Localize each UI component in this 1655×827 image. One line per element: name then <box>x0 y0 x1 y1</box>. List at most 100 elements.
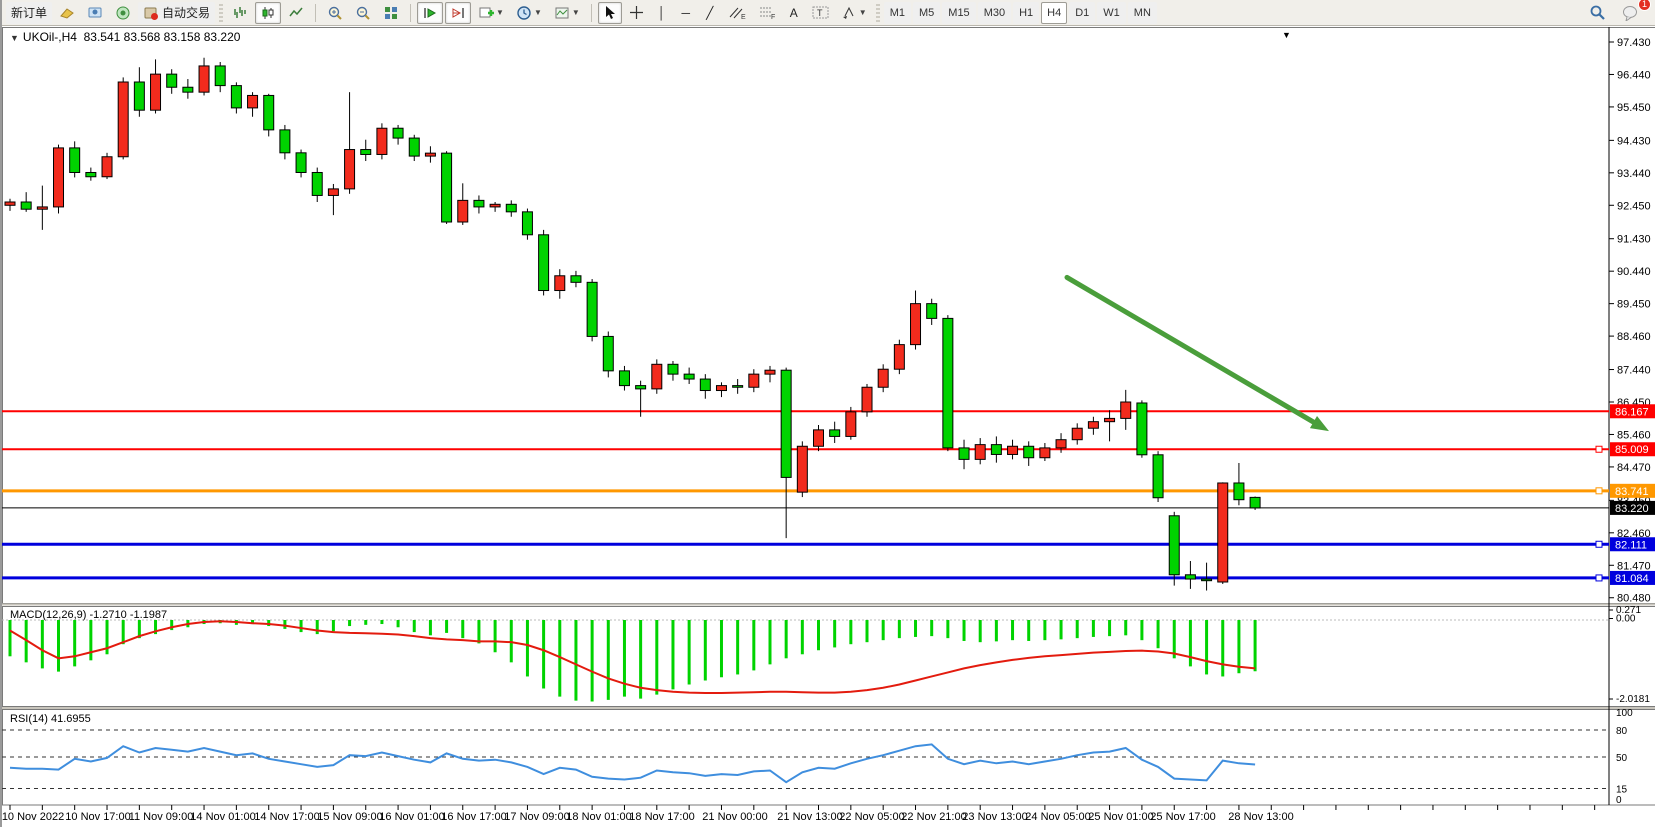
svg-text:81.084: 81.084 <box>1615 573 1649 585</box>
tab-timeframe-mn[interactable]: MN <box>1128 2 1157 24</box>
tab-timeframe-m1[interactable]: M1 <box>884 2 911 24</box>
svg-text:-2.0181: -2.0181 <box>1616 694 1650 705</box>
tab-timeframe-m15[interactable]: M15 <box>942 2 975 24</box>
svg-text:97.430: 97.430 <box>1617 37 1651 49</box>
time-axis-label: 15 Nov 09:00 <box>317 811 382 823</box>
auto-trading-button[interactable]: 自动交易 <box>138 2 215 24</box>
svg-text:90.440: 90.440 <box>1617 266 1651 278</box>
tab-timeframe-d1[interactable]: D1 <box>1069 2 1095 24</box>
svg-text:87.440: 87.440 <box>1617 365 1651 377</box>
svg-text:T: T <box>817 8 823 18</box>
svg-text:85.009: 85.009 <box>1615 444 1649 456</box>
search-icon[interactable] <box>1584 2 1611 24</box>
trendline-icon[interactable]: ╱ <box>699 2 721 24</box>
svg-text:84.470: 84.470 <box>1617 462 1651 474</box>
notification-badge: 1 <box>1638 0 1651 11</box>
mt4-window: 新订单 自动交易 ▼ <box>0 0 1655 827</box>
zoom-out-icon[interactable] <box>350 2 376 24</box>
price-line-badge: 83.220 <box>1610 501 1655 515</box>
cursor-icon[interactable] <box>598 2 622 24</box>
svg-text:0.00: 0.00 <box>1616 614 1636 625</box>
signals-icon[interactable] <box>110 2 136 24</box>
price-line-badge: 86.167 <box>1610 404 1655 418</box>
svg-text:92.450: 92.450 <box>1617 200 1651 212</box>
ohlc-readout: 83.541 83.568 83.158 83.220 <box>84 30 241 44</box>
market-watch-icon[interactable] <box>82 2 108 24</box>
price-line-badge: 82.111 <box>1610 537 1655 551</box>
svg-text:50: 50 <box>1616 753 1628 764</box>
time-axis-label: 22 Nov 21:00 <box>901 811 966 823</box>
time-axis-label: 10 Nov 17:00 <box>65 811 130 823</box>
macd-indicator-label: MACD(12,26,9) -1.2710 -1.1987 <box>10 609 167 621</box>
rsi-indicator-label: RSI(14) 41.6955 <box>10 713 91 725</box>
shift-marker: ▼ <box>1282 30 1291 40</box>
chat-icon[interactable]: 1 <box>1617 2 1645 24</box>
time-axis-label: 21 Nov 13:00 <box>777 811 842 823</box>
time-axis[interactable]: 10 Nov 202210 Nov 17:0011 Nov 09:0014 No… <box>2 805 1595 823</box>
time-axis-label: 24 Nov 05:00 <box>1025 811 1090 823</box>
price-line-badge: 85.009 <box>1610 442 1655 456</box>
equidistant-channel-icon[interactable]: E <box>723 2 751 24</box>
time-axis-label: 28 Nov 13:00 <box>1228 811 1293 823</box>
text-label-icon[interactable]: T <box>807 2 834 24</box>
chart-shift-icon[interactable] <box>445 2 471 24</box>
svg-text:94.430: 94.430 <box>1617 135 1651 147</box>
svg-text:96.440: 96.440 <box>1617 69 1651 81</box>
time-axis-label: 25 Nov 17:00 <box>1150 811 1215 823</box>
svg-text:80.480: 80.480 <box>1617 593 1651 605</box>
time-axis-label: 23 Nov 13:00 <box>962 811 1027 823</box>
auto-scroll-icon[interactable] <box>417 2 443 24</box>
trade-history-icon[interactable] <box>54 2 80 24</box>
price-line-badge: 83.741 <box>1610 484 1655 498</box>
svg-text:80: 80 <box>1616 726 1628 737</box>
crosshair-icon[interactable] <box>624 2 649 24</box>
symbol-period: UKOil-,H4 <box>23 30 77 44</box>
new-chart-icon <box>478 5 494 21</box>
template-icon <box>554 5 570 21</box>
zoom-in-icon[interactable] <box>322 2 348 24</box>
svg-text:88.460: 88.460 <box>1617 331 1651 343</box>
time-axis-label: 21 Nov 00:00 <box>702 811 767 823</box>
time-axis-label: 16 Nov 01:00 <box>379 811 444 823</box>
svg-text:91.430: 91.430 <box>1617 234 1651 246</box>
new-order-button[interactable]: 新订单 <box>6 2 52 24</box>
tab-timeframe-w1[interactable]: W1 <box>1097 2 1126 24</box>
time-axis-label: 16 Nov 17:00 <box>441 811 506 823</box>
tab-timeframe-h4[interactable]: H4 <box>1041 2 1067 24</box>
collapse-arrow-icon[interactable]: ▼ <box>10 33 19 43</box>
svg-text:83.741: 83.741 <box>1615 486 1649 498</box>
time-axis-label: 18 Nov 01:00 <box>566 811 631 823</box>
svg-text:15: 15 <box>1616 785 1628 796</box>
toolbar-grip <box>219 4 223 22</box>
time-axis-label: 10 Nov 2022 <box>2 811 64 823</box>
period-clock-button[interactable]: ▼ <box>511 2 547 24</box>
fibonacci-icon[interactable]: F <box>753 2 781 24</box>
arrows-icon[interactable]: ▼ <box>836 2 872 24</box>
time-axis-label: 11 Nov 09:00 <box>129 811 194 823</box>
svg-text:93.440: 93.440 <box>1617 168 1651 180</box>
svg-text:100: 100 <box>1616 708 1633 719</box>
time-axis-label: 18 Nov 17:00 <box>629 811 694 823</box>
toolbar: 新订单 自动交易 ▼ <box>2 0 1655 26</box>
price-line-badge: 81.084 <box>1610 571 1655 585</box>
bar-chart-icon[interactable] <box>227 2 253 24</box>
tab-timeframe-h1[interactable]: H1 <box>1013 2 1039 24</box>
svg-text:95.450: 95.450 <box>1617 102 1651 114</box>
template-button[interactable]: ▼ <box>549 2 585 24</box>
tab-timeframe-m30[interactable]: M30 <box>978 2 1011 24</box>
vertical-line-icon[interactable]: │ <box>651 2 673 24</box>
chart-title: ▼ UKOil-,H4 83.541 83.568 83.158 83.220 <box>10 30 240 44</box>
horizontal-line-icon[interactable]: ─ <box>675 2 697 24</box>
auto-trading-icon <box>143 5 159 21</box>
line-chart-icon[interactable] <box>283 2 309 24</box>
new-chart-button[interactable]: ▼ <box>473 2 509 24</box>
tab-timeframe-m5[interactable]: M5 <box>913 2 940 24</box>
svg-text:89.450: 89.450 <box>1617 299 1651 311</box>
svg-text:86.167: 86.167 <box>1615 406 1649 418</box>
svg-text:81.470: 81.470 <box>1617 560 1651 572</box>
candlestick-chart-icon[interactable] <box>255 2 281 24</box>
price-chart-canvas[interactable]: 97.430 96.440 95.450 94.430 93.440 92.450 91.4… <box>2 26 1655 827</box>
text-icon[interactable]: A <box>783 2 805 24</box>
tile-windows-icon[interactable] <box>378 2 404 24</box>
svg-text:85.460: 85.460 <box>1617 429 1651 441</box>
